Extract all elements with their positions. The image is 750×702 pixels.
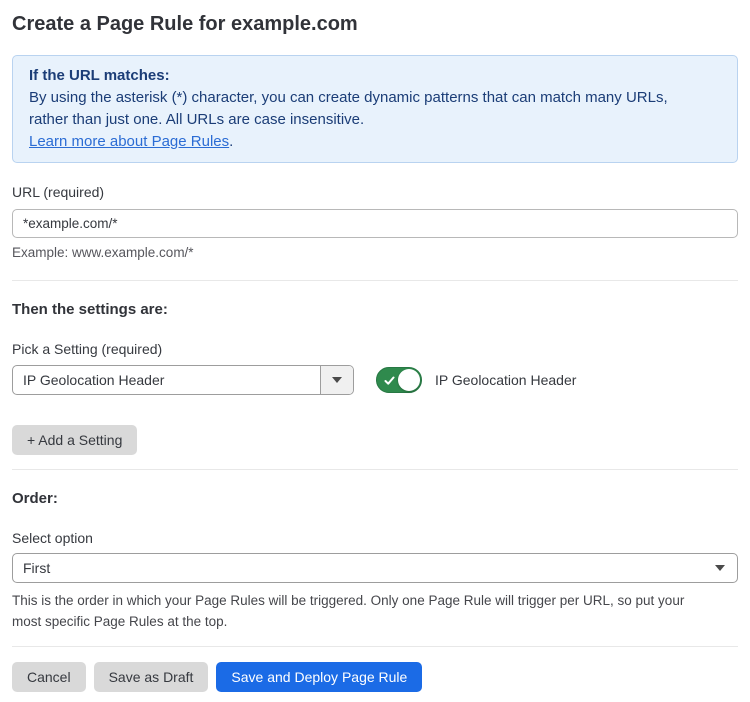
triangle-down-icon [332,377,342,383]
order-select[interactable]: First [12,553,738,583]
toggle-knob [398,369,420,391]
info-box-body-line1: By using the asterisk (*) character, you… [29,87,721,109]
save-and-deploy-button[interactable]: Save and Deploy Page Rule [216,662,422,692]
cancel-button[interactable]: Cancel [12,662,86,692]
order-help-line1: This is the order in which your Page Rul… [12,590,738,611]
order-help-text: This is the order in which your Page Rul… [12,590,738,632]
info-box-heading: If the URL matches: [29,65,721,87]
toggle-label: IP Geolocation Header [435,372,576,388]
url-field-label: URL (required) [12,183,738,201]
setting-combobox-arrow-button[interactable] [320,366,353,394]
setting-combobox-value[interactable]: IP Geolocation Header [13,366,320,394]
page-title: Create a Page Rule for example.com [12,12,738,36]
ip-geolocation-toggle[interactable] [376,367,422,393]
page-rules-learn-more-link[interactable]: Learn more about Page Rules [29,133,229,150]
order-select-label: Select option [12,529,738,547]
order-section-heading: Order: [12,489,738,509]
settings-section-heading: Then the settings are: [12,300,738,320]
url-input[interactable] [12,209,738,238]
add-setting-button[interactable]: + Add a Setting [12,425,137,455]
save-as-draft-button[interactable]: Save as Draft [94,662,209,692]
divider [12,646,738,647]
create-page-rule-form: Create a Page Rule for example.com If th… [0,0,750,702]
check-icon [383,374,396,387]
triangle-down-icon [715,565,725,571]
url-example-hint: Example: www.example.com/* [12,244,738,262]
link-suffix: . [229,133,233,150]
divider [12,469,738,470]
order-select-value: First [23,560,715,576]
pick-setting-label: Pick a Setting (required) [12,340,738,358]
info-box-body-line2: rather than just one. All URLs are case … [29,109,721,131]
setting-combobox[interactable]: IP Geolocation Header [12,365,354,395]
divider [12,280,738,281]
setting-row: IP Geolocation Header IP Geolocation Hea… [12,365,738,395]
url-match-info-box: If the URL matches: By using the asteris… [12,55,738,163]
order-help-line2: most specific Page Rules at the top. [12,611,738,632]
footer-actions: Cancel Save as Draft Save and Deploy Pag… [12,662,738,692]
